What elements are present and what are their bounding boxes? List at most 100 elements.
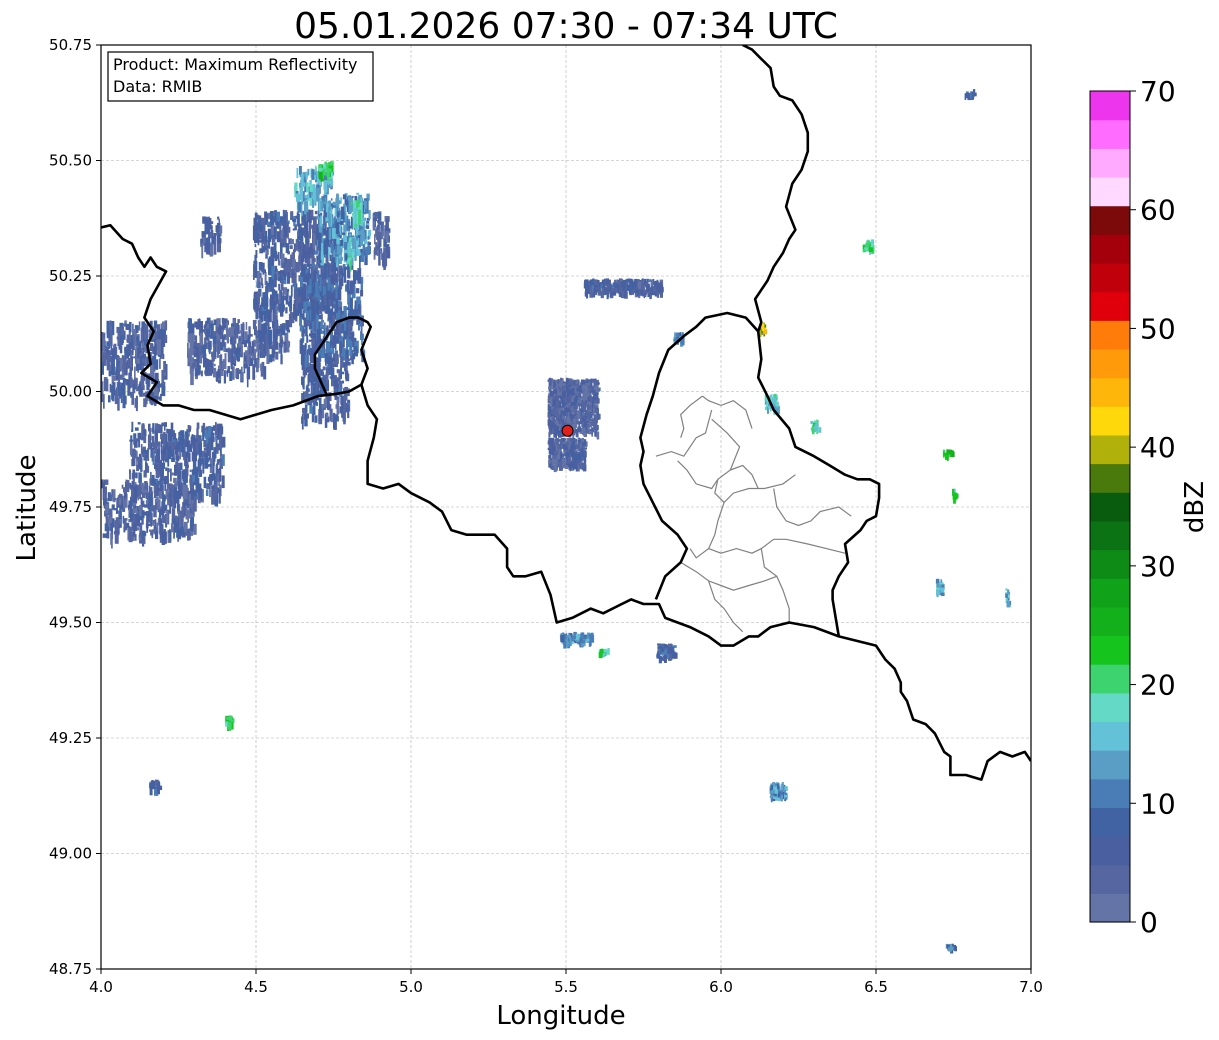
echo-cell — [574, 636, 576, 640]
echo-cell — [191, 323, 195, 334]
echo-cell — [550, 426, 553, 432]
echo-cell — [347, 290, 352, 295]
echo-cell — [181, 529, 185, 534]
echo-cell — [355, 288, 360, 294]
echo-cell — [297, 266, 301, 272]
echo-cell — [330, 368, 335, 379]
echo-cell — [579, 394, 582, 398]
echo-cell — [309, 333, 313, 337]
echo-cell — [166, 509, 169, 525]
echo-cell — [558, 461, 563, 468]
echo-cell — [257, 214, 260, 217]
echo-cell — [144, 511, 148, 516]
echo-cell — [118, 386, 121, 397]
echo-cell — [124, 498, 128, 508]
echo-cell — [356, 192, 359, 195]
echo-cell — [126, 323, 131, 330]
echo-cell — [260, 351, 262, 358]
echo-cell — [339, 406, 343, 414]
echo-cell — [360, 235, 363, 246]
echo-cell — [606, 291, 609, 300]
echo-cell — [294, 315, 297, 320]
echo-cell — [326, 297, 330, 314]
echo-cell — [92, 380, 96, 384]
echo-cell — [97, 386, 100, 393]
echo-cell — [111, 504, 115, 510]
echo-cell — [569, 438, 573, 442]
echo-cell — [230, 326, 235, 337]
echo-cell — [222, 335, 226, 338]
echo-cell — [90, 355, 92, 370]
echo-cell — [248, 341, 252, 347]
echo-cell — [349, 198, 353, 212]
echo-cell — [640, 289, 644, 296]
echo-cell — [276, 231, 281, 243]
echo-cell — [663, 644, 668, 648]
echo-cell — [94, 329, 98, 341]
echo-cell — [585, 380, 590, 383]
echo-cell — [323, 294, 327, 306]
echo-cell — [217, 216, 220, 220]
echo-cell — [198, 345, 203, 356]
echo-cell — [317, 330, 321, 338]
echo-cell — [590, 634, 595, 643]
echo-cell — [311, 169, 315, 180]
echo-cell — [553, 380, 555, 388]
echo-cell — [337, 331, 340, 335]
echo-cell — [257, 319, 262, 331]
echo-cell — [548, 461, 551, 464]
echo-cell — [156, 496, 159, 502]
echo-cell — [154, 440, 158, 454]
echo-cell — [284, 231, 287, 236]
echo-cell — [139, 437, 143, 440]
echo-cell — [276, 328, 281, 335]
echo-cell — [137, 484, 140, 489]
echo-cell — [564, 396, 568, 403]
echo-cell — [275, 324, 279, 327]
echo-cell — [139, 489, 142, 493]
echo-cell — [304, 354, 308, 368]
echo-cell — [328, 366, 331, 371]
echo-cell — [274, 211, 277, 222]
echo-cell — [193, 345, 197, 349]
echo-cell — [283, 287, 288, 295]
echo-cell — [88, 351, 90, 355]
echo-cell — [322, 228, 325, 233]
echo-cell — [576, 420, 579, 424]
echo-cell — [314, 294, 317, 298]
echo-cell — [158, 785, 163, 790]
echo-cell — [332, 201, 336, 205]
echo-cell — [270, 246, 274, 258]
echo-cell — [194, 321, 198, 328]
echo-cell — [323, 377, 326, 383]
echo-cell — [372, 214, 376, 231]
echo-cell — [260, 224, 263, 230]
echo-cell — [381, 221, 384, 231]
echo-cell — [303, 216, 305, 222]
echo-cell — [137, 491, 139, 501]
echo-cell — [951, 450, 954, 458]
echo-cell — [92, 341, 95, 351]
echo-cell — [269, 298, 272, 307]
echo-cell — [117, 397, 120, 411]
echo-cell — [123, 487, 127, 493]
echo-cell — [305, 200, 309, 212]
echo-cell — [166, 428, 169, 434]
echo-cell — [658, 648, 661, 654]
echo-cell — [315, 300, 319, 313]
echo-cell — [588, 431, 593, 434]
echo-cell — [617, 288, 620, 291]
echo-cell — [575, 633, 579, 640]
echo-cell — [243, 368, 246, 374]
echo-cell — [162, 515, 166, 524]
echo-cell — [198, 442, 202, 457]
echo-cell — [201, 243, 204, 259]
echo-cell — [340, 206, 345, 220]
echo-cell — [222, 359, 225, 369]
echo-cell — [307, 374, 310, 386]
echo-cell — [551, 458, 555, 466]
echo-cell — [560, 377, 562, 381]
echo-cell — [248, 334, 253, 337]
echo-cell — [577, 427, 582, 432]
echo-cell — [178, 481, 181, 485]
